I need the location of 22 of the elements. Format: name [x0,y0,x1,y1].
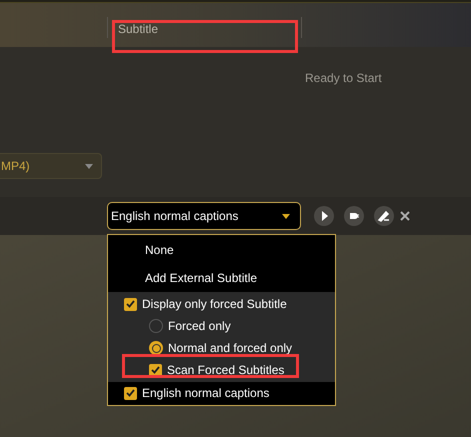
tab-title[interactable]: Subtitle [118,20,301,38]
checkbox[interactable] [124,298,137,310]
play-icon[interactable] [314,206,334,226]
caret-icon [85,164,93,168]
plug-icon[interactable] [344,206,364,226]
option-label[interactable]: Display only forced Subtitle [142,295,287,313]
option-label[interactable]: Forced only [168,317,231,335]
status-text: Ready to Start [305,70,382,87]
subtitle-dropdown[interactable]: English normal captions [107,202,301,230]
menu-item[interactable]: None [145,241,174,259]
radio-button[interactable] [149,319,163,333]
format-dropdown[interactable]: MP4) [0,153,102,179]
menu-item[interactable]: Add External Subtitle [145,269,258,287]
menu-item[interactable]: English normal captions [142,384,270,402]
close-icon[interactable] [400,211,410,221]
option-label[interactable]: Normal and forced only [168,339,292,357]
checkbox[interactable] [149,364,162,376]
option-label[interactable]: Scan Forced Subtitles [167,361,284,379]
pencil-icon[interactable] [374,206,394,226]
checkbox[interactable] [124,386,137,400]
radio-button[interactable] [149,341,163,355]
caret-icon [282,214,290,218]
